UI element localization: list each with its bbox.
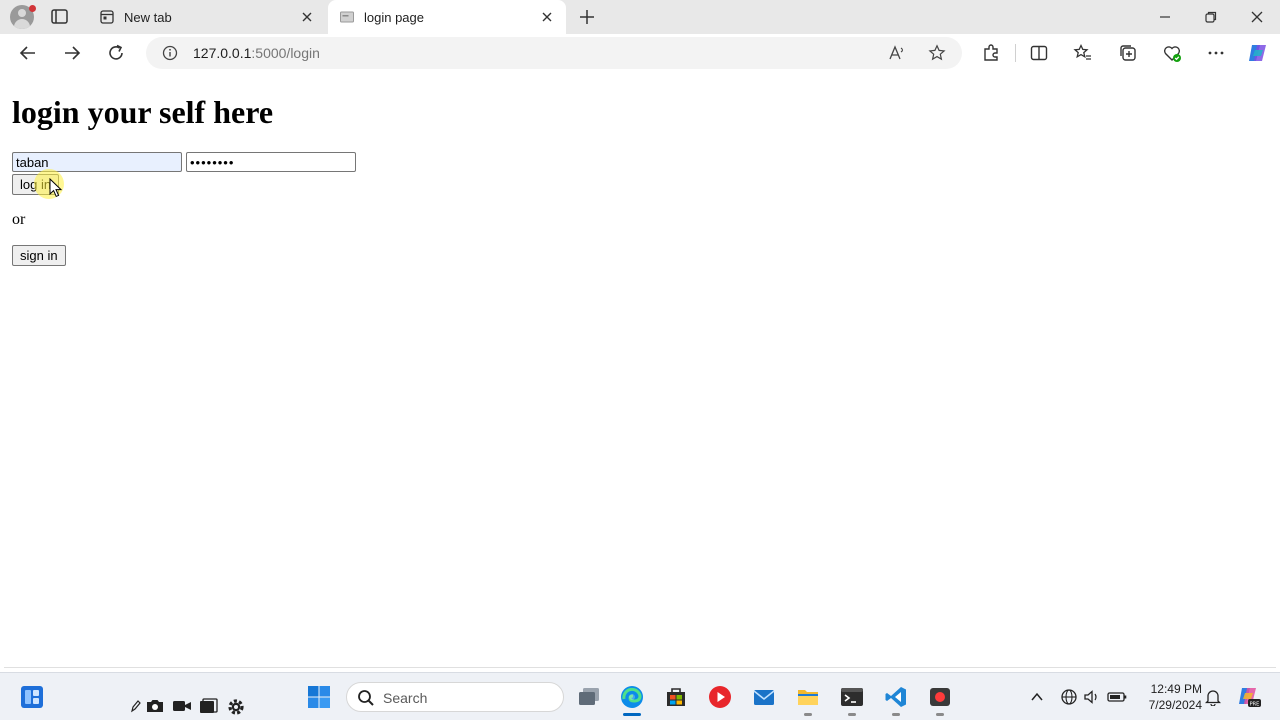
or-separator-text: or: [12, 211, 26, 228]
login-button[interactable]: log in: [12, 174, 60, 195]
copilot-icon[interactable]: [1246, 41, 1270, 65]
extensions-puzzle-icon[interactable]: [981, 43, 1001, 63]
back-arrow-icon[interactable]: [18, 43, 38, 63]
show-hidden-icons-chevron-up-icon[interactable]: [1030, 691, 1044, 703]
copilot-pre-icon[interactable]: PRE: [1236, 685, 1262, 709]
page-icon: [340, 11, 354, 23]
close-tab-icon[interactable]: [540, 10, 554, 24]
site-info-icon[interactable]: [162, 45, 178, 61]
running-app-indicator: [804, 713, 812, 716]
video-camera-icon[interactable]: [172, 698, 192, 714]
restore-icon[interactable]: [1204, 10, 1218, 24]
close-tab-icon[interactable]: [300, 10, 314, 24]
notifications-bell-icon[interactable]: [1205, 688, 1221, 706]
tab-login-page[interactable]: login page: [328, 0, 566, 34]
task-view-icon[interactable]: [577, 685, 601, 709]
read-aloud-icon[interactable]: [888, 44, 906, 62]
battery-icon[interactable]: [1107, 689, 1127, 705]
close-window-icon[interactable]: [1250, 10, 1264, 24]
windows-snap-icon[interactable]: [199, 698, 219, 714]
forward-arrow-icon[interactable]: [62, 43, 82, 63]
split-screen-icon[interactable]: [1029, 43, 1049, 63]
camera-icon[interactable]: [145, 698, 165, 714]
search-icon: [358, 690, 374, 706]
vscode-icon[interactable]: [884, 685, 908, 709]
settings-gear-icon[interactable]: [226, 697, 246, 717]
taskbar: Search 12:49 PM 7/29/2024 PRE: [0, 672, 1280, 720]
tab-actions-icon[interactable]: [50, 8, 70, 26]
minimize-icon[interactable]: [1158, 10, 1172, 24]
media-player-icon[interactable]: [708, 685, 732, 709]
favorites-icon[interactable]: [1073, 43, 1093, 63]
volume-speaker-icon[interactable]: [1083, 688, 1101, 706]
notification-dot: [29, 5, 36, 12]
more-options-icon[interactable]: [1206, 43, 1226, 63]
username-input[interactable]: [12, 152, 182, 172]
mail-icon[interactable]: [752, 685, 776, 709]
microsoft-store-icon[interactable]: [664, 685, 688, 709]
search-placeholder: Search: [383, 690, 428, 706]
toolbar-divider: [1015, 44, 1016, 62]
terminal-icon[interactable]: [840, 685, 864, 709]
running-app-indicator: [936, 713, 944, 716]
svg-text:PRE: PRE: [1250, 701, 1260, 707]
active-app-indicator: [623, 713, 641, 716]
url-path: :5000/login: [251, 45, 320, 61]
page-viewport: login your self here log in or sign in: [4, 72, 1276, 668]
favorite-star-icon[interactable]: [928, 44, 946, 62]
new-tab-plus-icon[interactable]: [578, 8, 596, 26]
password-input[interactable]: [186, 152, 356, 172]
edge-browser-icon[interactable]: [620, 685, 644, 709]
start-windows-icon[interactable]: [307, 685, 331, 709]
tab-label: login page: [364, 10, 424, 25]
sign-in-button[interactable]: sign in: [12, 245, 66, 266]
browser-essentials-icon[interactable]: [1162, 43, 1182, 63]
widgets-icon[interactable]: [20, 685, 44, 709]
screen-recorder-icon[interactable]: [928, 685, 952, 709]
page-title: login your self here: [12, 94, 274, 130]
running-app-indicator: [892, 713, 900, 716]
file-explorer-icon[interactable]: [796, 685, 820, 709]
address-bar[interactable]: 127.0.0.1:5000/login: [146, 37, 962, 69]
refresh-icon[interactable]: [106, 43, 126, 63]
new-tab-page-icon: [100, 10, 114, 24]
taskbar-search-box[interactable]: Search: [346, 682, 564, 712]
tab-new-tab[interactable]: New tab: [88, 0, 326, 34]
title-bar: New tab login page: [0, 0, 1280, 34]
clock-date: 7/29/2024: [1148, 698, 1202, 712]
clock-time: 12:49 PM: [1150, 682, 1202, 696]
url-text: 127.0.0.1:5000/login: [193, 45, 320, 61]
pen-icon[interactable]: [130, 699, 141, 713]
collections-icon[interactable]: [1118, 43, 1138, 63]
system-clock[interactable]: 12:49 PM 7/29/2024: [1136, 681, 1202, 713]
running-app-indicator: [848, 713, 856, 716]
url-host: 127.0.0.1: [193, 45, 252, 61]
tab-label: New tab: [124, 10, 172, 25]
network-globe-icon[interactable]: [1060, 688, 1078, 706]
browser-toolbar: 127.0.0.1:5000/login: [0, 34, 1280, 72]
